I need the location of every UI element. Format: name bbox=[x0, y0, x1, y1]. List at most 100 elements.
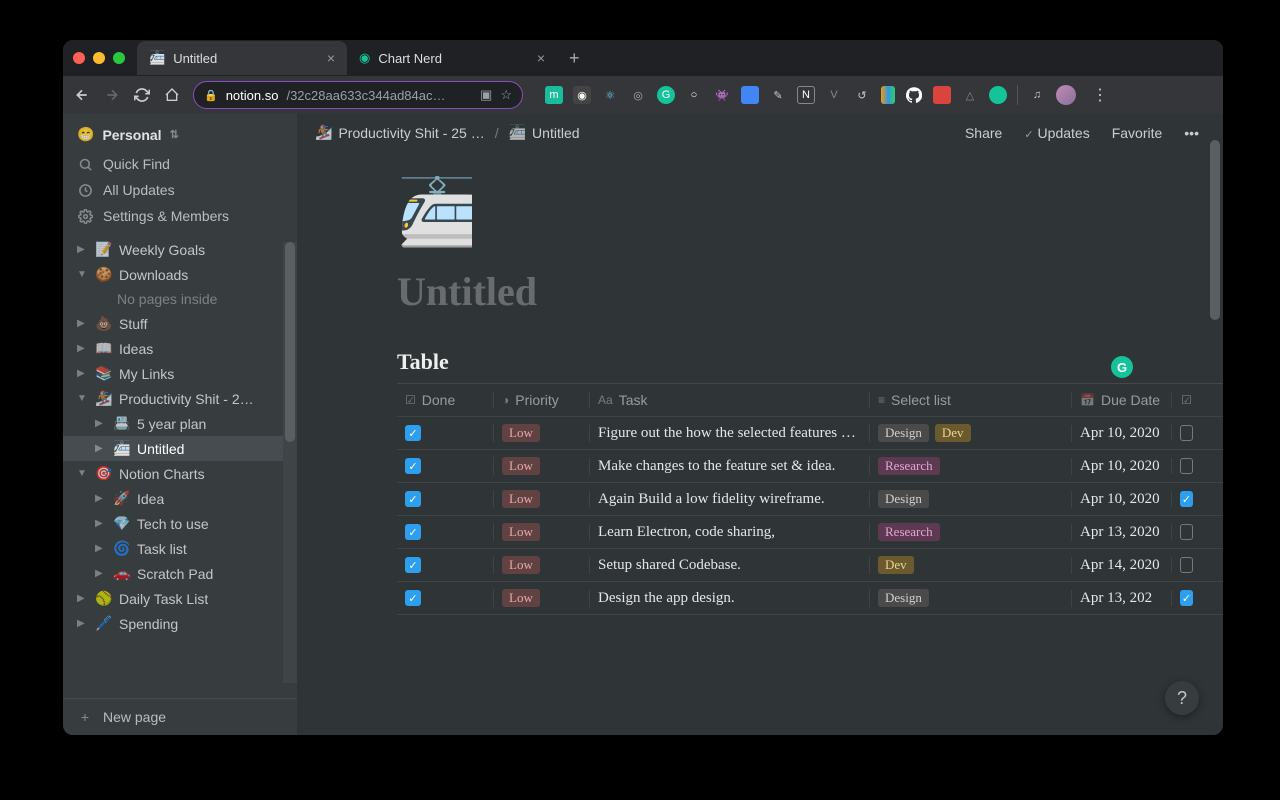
sidebar-page-item[interactable]: ▶📝Weekly Goals bbox=[63, 237, 297, 262]
caret-icon[interactable]: ▼ bbox=[77, 393, 89, 404]
page-icon[interactable]: 🚈 bbox=[397, 175, 1123, 250]
extension-icon[interactable]: 👾 bbox=[713, 86, 731, 104]
main-scrollbar-thumb[interactable] bbox=[1210, 140, 1220, 320]
browser-menu-button[interactable]: ⋮ bbox=[1086, 85, 1114, 105]
table-row[interactable]: ✓LowFigure out the how the selected feat… bbox=[397, 417, 1223, 450]
home-button[interactable] bbox=[163, 86, 181, 104]
sidebar-page-item[interactable]: ▶🥎Daily Task List bbox=[63, 586, 297, 611]
new-tab-button[interactable]: + bbox=[557, 48, 592, 69]
favorite-button[interactable]: Favorite bbox=[1106, 125, 1169, 141]
caret-icon[interactable]: ▼ bbox=[77, 468, 89, 479]
sidebar-page-item[interactable]: ▶📚My Links bbox=[63, 361, 297, 386]
done-checkbox[interactable]: ✓ bbox=[405, 491, 421, 507]
extension-icon[interactable]: ○ bbox=[685, 86, 703, 104]
secondary-checkbox[interactable] bbox=[1180, 425, 1193, 441]
due-date[interactable]: Apr 10, 2020 bbox=[1080, 458, 1160, 475]
select-cell[interactable]: Design Dev bbox=[869, 424, 1071, 442]
table-row[interactable]: ✓LowSetup shared Codebase.DevApr 14, 202… bbox=[397, 549, 1223, 582]
caret-icon[interactable]: ▶ bbox=[77, 618, 89, 629]
settings-button[interactable]: Settings & Members bbox=[63, 203, 297, 229]
sidebar-page-item[interactable]: ▶💎Tech to use bbox=[63, 511, 297, 536]
column-header-task[interactable]: Aa Task bbox=[589, 392, 869, 408]
due-date[interactable]: Apr 10, 2020 bbox=[1080, 491, 1160, 508]
column-header-priority[interactable]: ◑ Priority bbox=[493, 392, 589, 408]
sidebar-page-item[interactable]: ▶🚗Scratch Pad bbox=[63, 561, 297, 586]
close-window-button[interactable] bbox=[73, 52, 85, 64]
forward-button[interactable] bbox=[103, 86, 121, 104]
extension-icon[interactable]: m bbox=[545, 86, 563, 104]
caret-icon[interactable]: ▶ bbox=[95, 418, 107, 429]
updates-button[interactable]: Updates bbox=[1018, 125, 1095, 141]
sidebar-page-item[interactable]: ▶💩Stuff bbox=[63, 311, 297, 336]
sidebar-page-item[interactable]: ▶🚈Untitled bbox=[63, 436, 297, 461]
select-cell[interactable]: Design bbox=[869, 589, 1071, 607]
caret-icon[interactable]: ▼ bbox=[77, 269, 89, 280]
done-checkbox[interactable]: ✓ bbox=[405, 524, 421, 540]
select-cell[interactable]: Dev bbox=[869, 556, 1071, 574]
secondary-checkbox[interactable] bbox=[1180, 524, 1193, 540]
extension-icon[interactable]: G bbox=[657, 86, 675, 104]
workspace-switcher[interactable]: 😁 Personal ⇅ bbox=[63, 114, 297, 151]
task-title[interactable]: Make changes to the feature set & idea. bbox=[598, 458, 835, 475]
due-date[interactable]: Apr 10, 2020 bbox=[1080, 425, 1160, 442]
secondary-checkbox[interactable] bbox=[1180, 458, 1193, 474]
new-page-button[interactable]: + New page bbox=[63, 698, 297, 735]
caret-icon[interactable]: ▶ bbox=[95, 518, 107, 529]
breadcrumb-current[interactable]: 🚈 Untitled bbox=[509, 124, 580, 141]
done-checkbox[interactable]: ✓ bbox=[405, 425, 421, 441]
sidebar-page-item[interactable]: ▼🍪Downloads bbox=[63, 262, 297, 287]
extension-icon[interactable] bbox=[905, 86, 923, 104]
table-row[interactable]: ✓LowMake changes to the feature set & id… bbox=[397, 450, 1223, 483]
secondary-checkbox[interactable] bbox=[1180, 557, 1193, 573]
maximize-window-button[interactable] bbox=[113, 52, 125, 64]
extension-icon[interactable]: △ bbox=[961, 86, 979, 104]
caret-icon[interactable]: ▶ bbox=[95, 443, 107, 454]
extension-icon[interactable] bbox=[933, 86, 951, 104]
more-menu-button[interactable]: ••• bbox=[1178, 125, 1205, 141]
page-title-input[interactable]: Untitled bbox=[397, 268, 1123, 315]
select-cell[interactable]: Research bbox=[869, 523, 1071, 541]
sidebar-page-item[interactable]: ▶🖊️Spending bbox=[63, 611, 297, 636]
caret-icon[interactable]: ▶ bbox=[77, 318, 89, 329]
extension-icon[interactable]: ⚛ bbox=[601, 86, 619, 104]
close-tab-icon[interactable]: × bbox=[537, 50, 545, 66]
table-row[interactable]: ✓LowAgain Build a low fidelity wireframe… bbox=[397, 483, 1223, 516]
grammarly-badge-icon[interactable]: G bbox=[1111, 356, 1133, 378]
close-tab-icon[interactable]: × bbox=[327, 50, 335, 66]
column-header-select-list[interactable]: ≡ Select list bbox=[869, 392, 1071, 408]
quick-find-button[interactable]: Quick Find bbox=[63, 151, 297, 177]
column-header-done[interactable]: ☑ Done bbox=[397, 392, 493, 408]
extension-icon[interactable]: ◉ bbox=[573, 86, 591, 104]
tab-chart-nerd[interactable]: ◉ Chart Nerd × bbox=[347, 41, 557, 75]
extension-icon[interactable]: V bbox=[825, 86, 843, 104]
extension-icon[interactable] bbox=[989, 86, 1007, 104]
help-button[interactable]: ? bbox=[1165, 681, 1199, 715]
task-title[interactable]: Learn Electron, code sharing, bbox=[598, 524, 775, 541]
table-row[interactable]: ✓LowDesign the app design.DesignApr 13, … bbox=[397, 582, 1223, 615]
address-bar[interactable]: 🔒 notion.so /32c28aa633c344ad84ac… ▣ ☆ bbox=[193, 81, 523, 109]
sidebar-page-item[interactable]: ▼🎯Notion Charts bbox=[63, 461, 297, 486]
extension-icon[interactable]: ◎ bbox=[629, 86, 647, 104]
sidebar-page-item[interactable]: ▶🌀Task list bbox=[63, 536, 297, 561]
task-title[interactable]: Design the app design. bbox=[598, 590, 735, 607]
task-title[interactable]: Again Build a low fidelity wireframe. bbox=[598, 491, 825, 508]
secondary-checkbox[interactable]: ✓ bbox=[1180, 491, 1193, 507]
bookmark-star-icon[interactable]: ☆ bbox=[500, 87, 512, 103]
sidebar-page-item[interactable]: ▼🏂Productivity Shit - 2… bbox=[63, 386, 297, 411]
select-cell[interactable]: Design bbox=[869, 490, 1071, 508]
extension-icon[interactable]: ✎ bbox=[769, 86, 787, 104]
select-cell[interactable]: Research bbox=[869, 457, 1071, 475]
column-header-due-date[interactable]: 📅 Due Date bbox=[1071, 392, 1171, 408]
caret-icon[interactable]: ▶ bbox=[95, 543, 107, 554]
media-icon[interactable]: ♫ bbox=[1028, 86, 1046, 104]
extension-icon[interactable]: N bbox=[797, 86, 815, 104]
done-checkbox[interactable]: ✓ bbox=[405, 557, 421, 573]
back-button[interactable] bbox=[73, 86, 91, 104]
all-updates-button[interactable]: All Updates bbox=[63, 177, 297, 203]
share-button[interactable]: Share bbox=[959, 125, 1008, 141]
done-checkbox[interactable]: ✓ bbox=[405, 590, 421, 606]
due-date[interactable]: Apr 13, 2020 bbox=[1080, 524, 1160, 541]
caret-icon[interactable]: ▶ bbox=[95, 493, 107, 504]
tab-untitled[interactable]: 🚈 Untitled × bbox=[137, 41, 347, 75]
breadcrumb-parent[interactable]: 🏂 Productivity Shit - 25 … bbox=[315, 124, 485, 141]
